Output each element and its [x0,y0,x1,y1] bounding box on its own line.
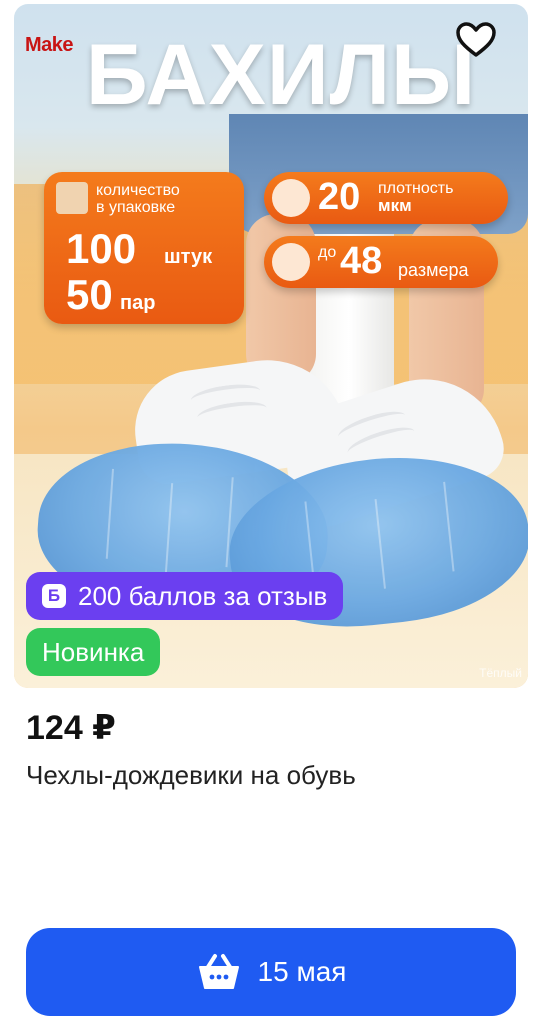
size-unit: размера [398,260,469,280]
favorite-button[interactable] [452,16,500,64]
image-headline: БАХИЛЫ [85,27,477,123]
quantity-label-1: количество [96,182,180,199]
heart-icon [456,22,496,57]
shoe-icon [272,243,310,281]
new-badge-label: Новинка [42,636,145,667]
size-value: 48 [340,240,383,282]
quantity-pairs-unit: пар [120,292,156,314]
size-prefix: до [318,244,337,261]
product-title[interactable]: Чехлы-дождевики на обувь [26,760,356,791]
density-label: плотность [378,180,454,197]
quantity-label-2: в упаковке [96,199,176,216]
basket-icon [198,954,239,989]
product-price: 124 ₽ [26,709,116,747]
size-panel: до 48 размера [264,236,498,288]
points-icon: Б [42,584,66,608]
delivery-date: 15 мая [257,956,347,987]
new-badge: Новинка [26,628,161,676]
quantity-pairs: 50 [66,271,113,318]
density-value: 20 [318,176,361,218]
grid-dots-icon [272,179,310,217]
quantity-panel: количество в упаковке 100 штук 50 пар [44,172,244,324]
density-unit: мкм [378,196,412,215]
add-to-cart-button[interactable]: 15 мая [26,928,516,1016]
quantity-pieces-unit: штук [164,246,213,268]
box-icon [56,182,88,214]
quantity-pieces: 100 [66,225,137,272]
product-card[interactable]: Make БАХИЛЫ количество в упаковке 100 шт… [0,0,554,1024]
points-badge: Б 200 баллов за отзыв [26,572,344,620]
density-panel: 20 плотность мкм [264,172,508,224]
image-watermark: Тёплый [479,666,522,680]
points-badge-label: 200 баллов за отзыв [78,580,328,611]
